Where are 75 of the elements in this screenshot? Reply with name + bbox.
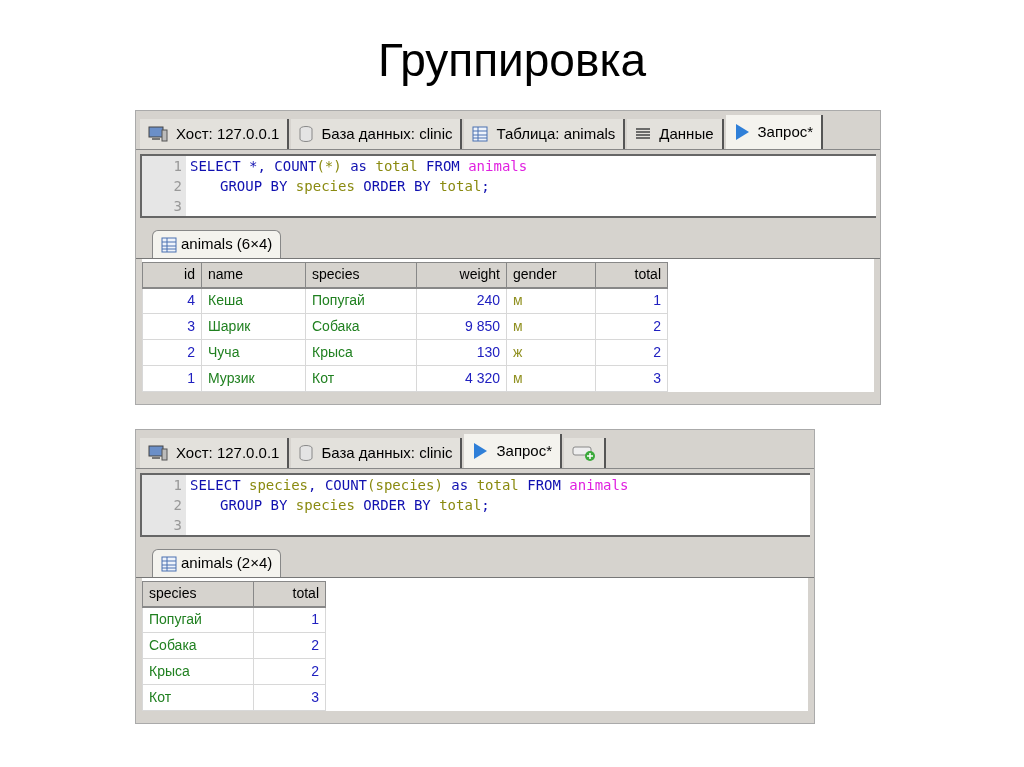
table-cell: 2 [253, 632, 326, 659]
tab[interactable] [564, 438, 607, 468]
code-line: SELECT species, COUNT(species) as total FROM animals [190, 477, 629, 493]
table-cell: Шарик [201, 313, 306, 340]
slide-title: Группировка [376, 33, 648, 88]
table-cell: 3 [253, 684, 326, 711]
monitor-icon [148, 126, 168, 142]
column-header[interactable]: weight [416, 262, 507, 288]
table-cell: Кот [142, 684, 254, 711]
table-cell: 1 [142, 365, 202, 392]
table-cell: 2 [595, 313, 668, 340]
table-cell: Собака [142, 632, 254, 659]
line-number: 1 [172, 157, 182, 176]
table-cell: 2 [253, 658, 326, 685]
line-number: 2 [172, 496, 182, 515]
table-cell: Попугай [305, 287, 417, 314]
new-tab-icon [572, 444, 597, 462]
line-number: 3 [172, 197, 182, 216]
table-cell: 2 [142, 339, 202, 366]
table-icon [161, 236, 177, 253]
result-tab[interactable]: animals (2×4) [152, 549, 282, 577]
sql-editor[interactable]: 1 2 3 SELECT species, COUNT(species) as total FROM animals GROUP BY species ORDER BY total; [140, 473, 810, 537]
result-tab[interactable]: animals (6×4) [152, 230, 282, 258]
line-number: 2 [172, 177, 182, 196]
table-cell: Попугай [142, 606, 254, 633]
table-cell: 4 320 [416, 365, 507, 392]
monitor-icon [148, 445, 168, 461]
tab[interactable]: Запрос* [464, 434, 563, 468]
database-icon [299, 126, 314, 142]
tab[interactable]: Запрос* [725, 115, 824, 149]
column-header[interactable]: total [253, 581, 326, 607]
tab[interactable]: Хост: 127.0.0.1 [140, 438, 290, 468]
tab[interactable]: База данных: clinic [291, 119, 463, 149]
table-cell: 3 [142, 313, 202, 340]
column-header[interactable]: total [595, 262, 668, 288]
table-cell: м [506, 313, 596, 340]
tab[interactable]: Данные [627, 119, 724, 149]
column-header[interactable]: species [305, 262, 417, 288]
lines-icon [635, 127, 652, 141]
table-cell: Мурзик [201, 365, 306, 392]
table-cell: м [506, 365, 596, 392]
table-cell: 3 [595, 365, 668, 392]
table-icon [161, 555, 177, 572]
table-cell: Кеша [201, 287, 306, 314]
table-cell: Собака [305, 313, 417, 340]
table-cell: Кот [305, 365, 417, 392]
sql-editor[interactable]: 1 2 3 SELECT *, COUNT(*) as total FROM animals GROUP BY species ORDER BY total; [140, 154, 876, 218]
line-number: 1 [172, 476, 182, 495]
table-cell: м [506, 287, 596, 314]
table-cell: 1 [595, 287, 668, 314]
table-cell: 2 [595, 339, 668, 366]
database-icon [299, 445, 314, 461]
table-cell: 4 [142, 287, 202, 314]
table-cell: 9 850 [416, 313, 507, 340]
table-cell: Крыса [142, 658, 254, 685]
table-cell: 130 [416, 339, 507, 366]
tab[interactable]: Хост: 127.0.0.1 [140, 119, 290, 149]
tab[interactable]: База данных: clinic [291, 438, 463, 468]
code-line: GROUP BY species ORDER BY total; [220, 497, 490, 513]
table-cell: Крыса [305, 339, 417, 366]
code-line: SELECT *, COUNT(*) as total FROM animals [190, 158, 528, 174]
column-header[interactable]: gender [506, 262, 596, 288]
column-header[interactable]: name [201, 262, 306, 288]
tab[interactable]: Таблица: animals [464, 119, 626, 149]
play-icon [733, 123, 750, 141]
play-icon [472, 442, 489, 460]
line-number: 3 [172, 516, 182, 535]
table-cell: 240 [416, 287, 507, 314]
table-cell: Чуча [201, 339, 306, 366]
table-cell: 1 [253, 606, 326, 633]
table-cell: ж [506, 339, 596, 366]
code-line: GROUP BY species ORDER BY total; [220, 178, 490, 194]
column-header[interactable]: species [142, 581, 254, 607]
table-icon [472, 126, 489, 142]
column-header[interactable]: id [142, 262, 202, 288]
